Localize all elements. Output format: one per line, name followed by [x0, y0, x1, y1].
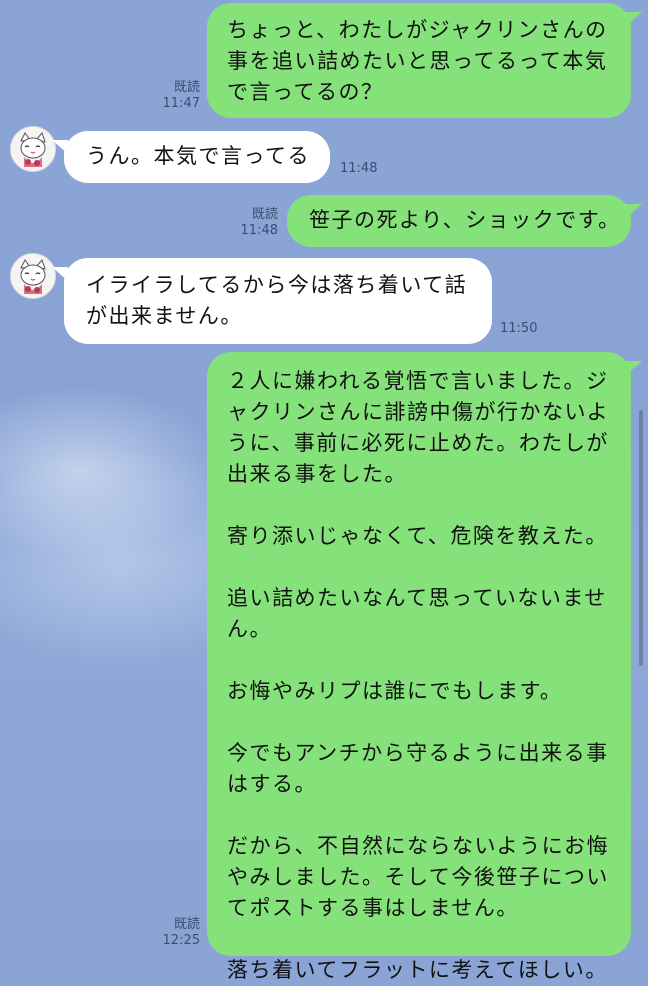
outgoing-message-bubble[interactable]: ２人に嫌われる覚悟で言いました。ジ ャクリンさんに誹謗中傷が行かないよ うに、事…	[207, 352, 631, 982]
timestamp: 11:48	[240, 223, 278, 238]
read-receipt: 既読	[173, 80, 200, 95]
bubble-tail	[52, 267, 68, 281]
timestamp: 11:48	[340, 161, 378, 176]
bubble-tail	[626, 361, 642, 375]
timestamp: 11:47	[162, 96, 200, 111]
bubble-tail	[626, 12, 642, 26]
avatar[interactable]	[10, 253, 56, 299]
message-text: イライラしてるから今は落ち着いて話 が出来ません。	[86, 273, 468, 328]
outgoing-message-bubble[interactable]: ちょっと、わたしがジャクリンさんの 事を追い詰めたいと思ってるって本気 で言って…	[207, 3, 631, 118]
read-receipt: 既読	[173, 917, 200, 932]
cat-avatar-icon	[11, 254, 55, 298]
read-receipt: 既読	[251, 207, 278, 222]
incoming-message-bubble[interactable]: イライラしてるから今は落ち着いて話 が出来ません。	[64, 258, 492, 344]
message-meta: 既読 12:25	[150, 917, 200, 949]
message-text: うん。本気で言ってる	[86, 144, 310, 168]
avatar[interactable]	[10, 126, 56, 172]
timestamp: 12:25	[162, 933, 200, 948]
message-meta: 既読 11:47	[150, 80, 200, 112]
bubble-tail	[626, 204, 642, 218]
cat-avatar-icon	[11, 127, 55, 171]
incoming-message-bubble[interactable]: うん。本気で言ってる	[64, 131, 330, 183]
message-text: ちょっと、わたしがジャクリンさんの 事を追い詰めたいと思ってるって本気 で言って…	[227, 18, 608, 104]
scrollbar[interactable]	[639, 410, 643, 666]
message-text: 笹子の死より、ショックです。	[309, 208, 621, 232]
bubble-tail	[52, 140, 68, 154]
message-text: ２人に嫌われる覚悟で言いました。ジ ャクリンさんに誹謗中傷が行かないよ うに、事…	[227, 369, 610, 982]
outgoing-message-bubble[interactable]: 笹子の死より、ショックです。	[287, 195, 631, 247]
message-meta: 既読 11:48	[228, 207, 278, 239]
timestamp: 11:50	[500, 321, 538, 336]
